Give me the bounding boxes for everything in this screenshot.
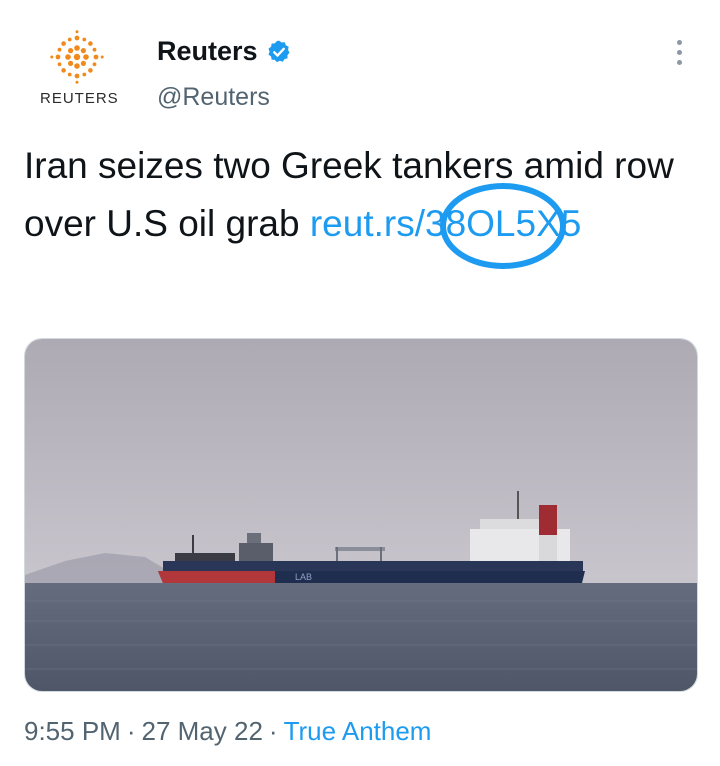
avatar[interactable]: REUTERS xyxy=(22,30,134,114)
reuters-logo-icon xyxy=(50,30,104,84)
meta-separator-1: · xyxy=(126,716,136,746)
tweet-media-image[interactable]: LAB xyxy=(24,338,698,692)
tweet-text-circled-word: grab xyxy=(225,203,300,244)
author-name[interactable]: Reuters xyxy=(157,36,258,67)
tweet-source[interactable]: True Anthem xyxy=(284,716,432,746)
tweet-meta: 9:55 PM · 27 May 22 · True Anthem xyxy=(24,716,431,747)
avatar-wordmark: REUTERS xyxy=(40,90,119,107)
verified-badge-icon xyxy=(266,39,292,65)
meta-separator-2: · xyxy=(268,716,278,746)
tweet-time[interactable]: 9:55 PM xyxy=(24,716,121,746)
tweet-text: Iran seizes two Greek tankers amid row o… xyxy=(24,137,704,253)
tweet-text-space xyxy=(300,203,310,244)
tweet-date[interactable]: 27 May 22 xyxy=(142,716,263,746)
hull-marking: LAB xyxy=(295,572,312,582)
more-options-icon[interactable] xyxy=(668,40,690,68)
author-name-row[interactable]: Reuters xyxy=(157,36,292,67)
annotation-circle xyxy=(440,183,566,269)
tanker-photo: LAB xyxy=(25,339,697,691)
author-handle[interactable]: @Reuters xyxy=(157,83,270,112)
